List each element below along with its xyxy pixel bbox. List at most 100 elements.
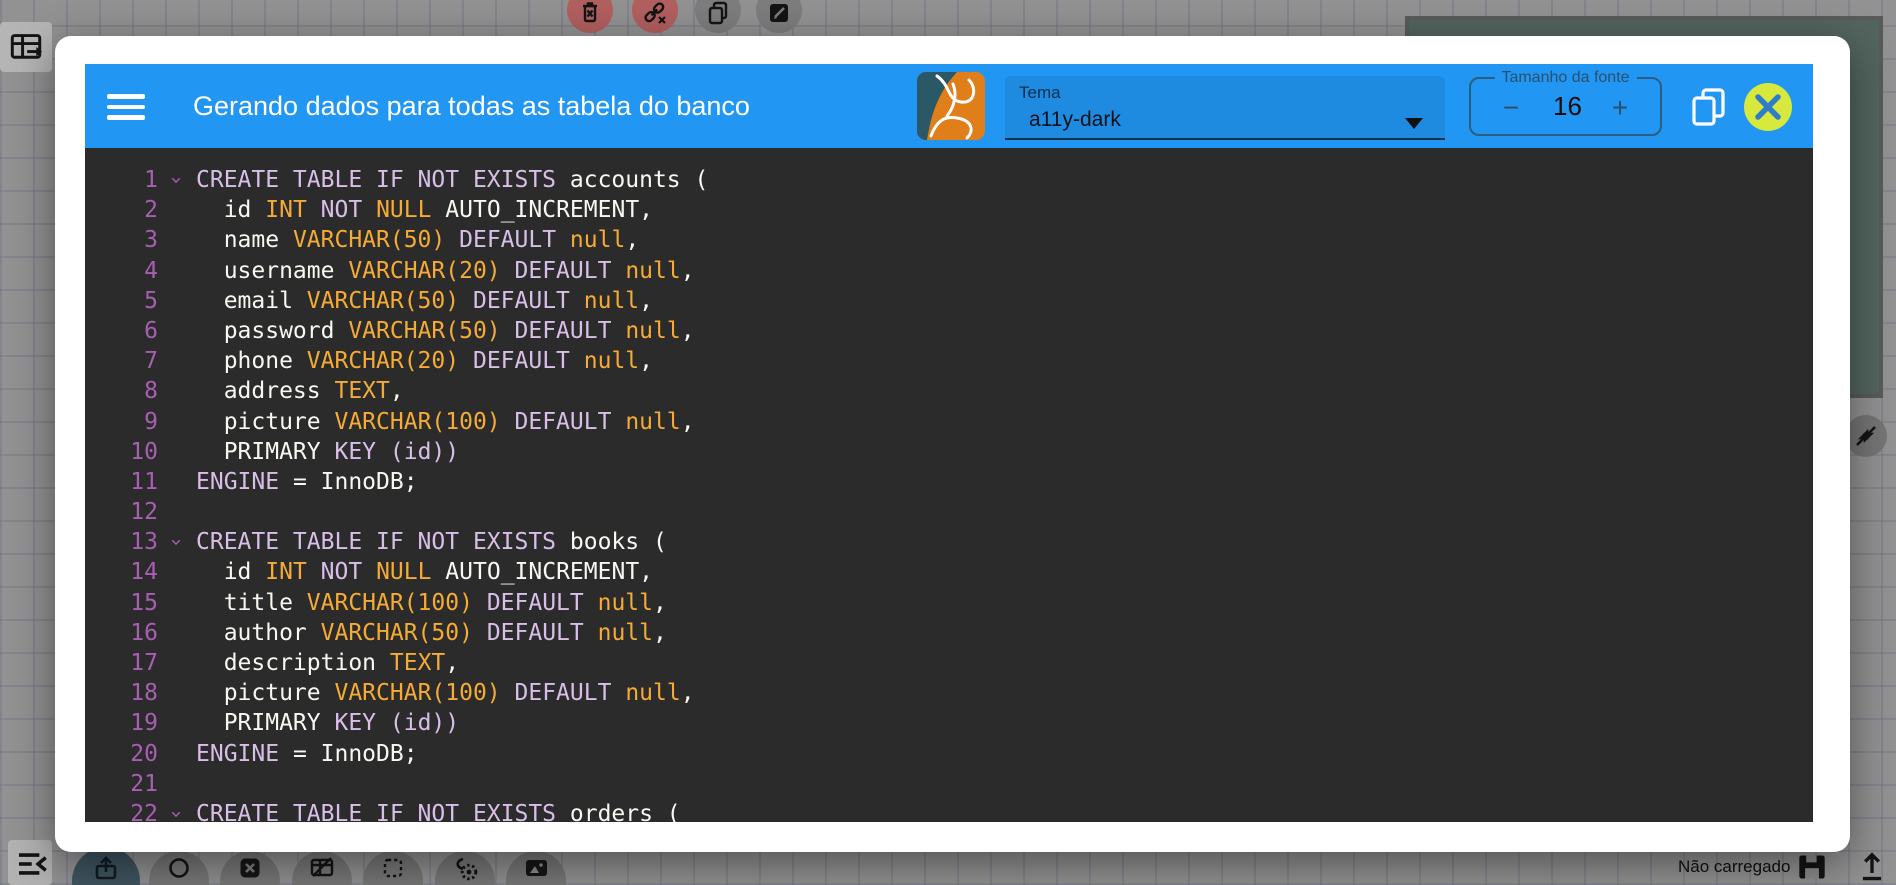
code-line: 12 bbox=[85, 497, 1813, 527]
line-number: 21 bbox=[130, 770, 158, 797]
code-line: 19 PRIMARY KEY (id)) bbox=[85, 708, 1813, 738]
fold-chevron-icon[interactable]: › bbox=[162, 795, 192, 822]
code-line: 21 bbox=[85, 769, 1813, 799]
line-number: 7 bbox=[144, 348, 158, 375]
modal-inner: Gerando dados para todas as tabela do ba… bbox=[85, 64, 1813, 822]
code-line: 5 email VARCHAR(50) DEFAULT null, bbox=[85, 286, 1813, 316]
font-size-fieldset: Tamanho da fonte − 16 + bbox=[1469, 69, 1662, 136]
edit-button[interactable] bbox=[756, 0, 802, 33]
code-text: CREATE TABLE IF NOT EXISTS orders ( bbox=[196, 800, 681, 822]
save-floppy-icon[interactable] bbox=[1797, 852, 1827, 882]
code-line: 3 name VARCHAR(50) DEFAULT null, bbox=[85, 225, 1813, 255]
code-text: picture VARCHAR(100) DEFAULT null, bbox=[196, 408, 695, 435]
copy-code-button[interactable] bbox=[1690, 88, 1728, 126]
status-text: Não carregado bbox=[1678, 857, 1791, 876]
code-text: ENGINE = InnoDB; bbox=[196, 740, 418, 767]
line-number: 6 bbox=[144, 317, 158, 344]
font-size-label: Tamanho da fonte bbox=[1494, 69, 1637, 87]
line-number: 8 bbox=[144, 378, 158, 405]
code-line: 20 ENGINE = InnoDB; bbox=[85, 739, 1813, 769]
code-line: 13 › CREATE TABLE IF NOT EXISTS books ( bbox=[85, 527, 1813, 557]
code-text: title VARCHAR(100) DEFAULT null, bbox=[196, 589, 667, 616]
code-area[interactable]: 1 › CREATE TABLE IF NOT EXISTS accounts (2… bbox=[85, 148, 1813, 822]
collapse-view-button[interactable] bbox=[1845, 415, 1887, 457]
code-line: 15 title VARCHAR(100) DEFAULT null, bbox=[85, 588, 1813, 618]
code-text: password VARCHAR(50) DEFAULT null, bbox=[196, 317, 695, 344]
image-export-button[interactable] bbox=[506, 851, 566, 885]
code-text: phone VARCHAR(20) DEFAULT null, bbox=[196, 348, 654, 375]
code-line: 2 id INT NOT NULL AUTO_INCREMENT, bbox=[85, 195, 1813, 225]
line-number: 3 bbox=[144, 227, 158, 254]
mysql-logo bbox=[917, 72, 985, 140]
edit-table-button[interactable] bbox=[292, 851, 352, 885]
line-number: 4 bbox=[144, 257, 158, 284]
code-text: description TEXT, bbox=[196, 650, 460, 676]
theme-select[interactable]: Tema a11y-dark bbox=[1005, 76, 1445, 140]
line-number: 11 bbox=[130, 468, 158, 495]
table-export-icon bbox=[10, 34, 42, 59]
line-number: 16 bbox=[130, 619, 158, 646]
theme-select-value: a11y-dark bbox=[1029, 108, 1121, 131]
line-number: 10 bbox=[130, 438, 158, 465]
close-panel-button[interactable] bbox=[220, 851, 280, 885]
unlink-icon bbox=[644, 2, 666, 24]
delete-table-button[interactable] bbox=[567, 0, 613, 33]
code-text: PRIMARY KEY (id)) bbox=[196, 710, 460, 737]
settings-gear-icon bbox=[456, 857, 478, 881]
export-up-icon bbox=[95, 856, 117, 880]
app-root: Não carregado Gerando dados para todas a… bbox=[0, 0, 1896, 885]
edit-note-icon bbox=[770, 4, 788, 22]
code-text: name VARCHAR(50) DEFAULT null, bbox=[196, 227, 640, 254]
line-number: 5 bbox=[144, 287, 158, 314]
line-number: 22 bbox=[130, 800, 158, 822]
copy-icon bbox=[1692, 88, 1725, 126]
dropdown-arrow-icon bbox=[1405, 118, 1423, 129]
multiselect-button[interactable] bbox=[363, 851, 423, 885]
code-text: picture VARCHAR(100) DEFAULT null, bbox=[196, 680, 695, 707]
add-table-button[interactable] bbox=[0, 22, 52, 72]
image-icon bbox=[526, 860, 547, 876]
duplicate-button[interactable] bbox=[695, 0, 741, 33]
settings-button[interactable] bbox=[435, 851, 495, 885]
code-text: ENGINE = InnoDB; bbox=[196, 468, 418, 495]
code-text: CREATE TABLE IF NOT EXISTS books ( bbox=[196, 529, 667, 556]
code-line: 17 description TEXT, bbox=[85, 648, 1813, 678]
code-line: 16 author VARCHAR(50) DEFAULT null, bbox=[85, 618, 1813, 648]
line-number: 12 bbox=[130, 499, 158, 526]
loading-circle-icon bbox=[169, 858, 189, 878]
code-text: email VARCHAR(50) DEFAULT null, bbox=[196, 287, 654, 314]
line-number: 15 bbox=[130, 589, 158, 616]
code-text: id INT NOT NULL AUTO_INCREMENT, bbox=[196, 197, 654, 224]
code-line: 10 PRIMARY KEY (id)) bbox=[85, 437, 1813, 467]
code-line: 1 › CREATE TABLE IF NOT EXISTS accounts ( bbox=[85, 165, 1813, 195]
theme-select-label: Tema bbox=[1019, 83, 1061, 102]
close-icon bbox=[1755, 94, 1781, 120]
share-upload-icon[interactable] bbox=[1857, 848, 1887, 882]
delete-relationship-button[interactable] bbox=[632, 0, 678, 33]
line-number: 19 bbox=[130, 710, 158, 737]
multiselect-icon bbox=[383, 858, 403, 878]
code-line: 9 picture VARCHAR(100) DEFAULT null, bbox=[85, 407, 1813, 437]
code-text: id INT NOT NULL AUTO_INCREMENT, bbox=[196, 559, 654, 586]
font-size-increase-button[interactable]: + bbox=[1600, 89, 1640, 129]
close-button[interactable] bbox=[1744, 83, 1792, 131]
line-number: 20 bbox=[130, 740, 158, 767]
code-line: 22 › CREATE TABLE IF NOT EXISTS orders ( bbox=[85, 799, 1813, 822]
line-number: 17 bbox=[130, 650, 158, 676]
code-line: 14 id INT NOT NULL AUTO_INCREMENT, bbox=[85, 557, 1813, 587]
code-text: address TEXT, bbox=[196, 378, 404, 405]
line-number: 14 bbox=[130, 559, 158, 586]
menu-icon[interactable] bbox=[107, 94, 145, 120]
trash-x-icon bbox=[583, 2, 597, 23]
loading-button[interactable] bbox=[149, 851, 209, 885]
export-button[interactable] bbox=[72, 847, 140, 885]
code-line: 8 address TEXT, bbox=[85, 376, 1813, 406]
duplicate-icon bbox=[708, 1, 728, 25]
collapse-view-icon bbox=[1856, 426, 1876, 446]
close-square-icon bbox=[240, 858, 260, 878]
line-number: 2 bbox=[144, 197, 158, 224]
collapse-sidebar-icon[interactable] bbox=[16, 850, 50, 878]
code-line: 6 password VARCHAR(50) DEFAULT null, bbox=[85, 316, 1813, 346]
code-lines: 1 › CREATE TABLE IF NOT EXISTS accounts (2… bbox=[85, 165, 1813, 822]
code-line: 18 picture VARCHAR(100) DEFAULT null, bbox=[85, 678, 1813, 708]
